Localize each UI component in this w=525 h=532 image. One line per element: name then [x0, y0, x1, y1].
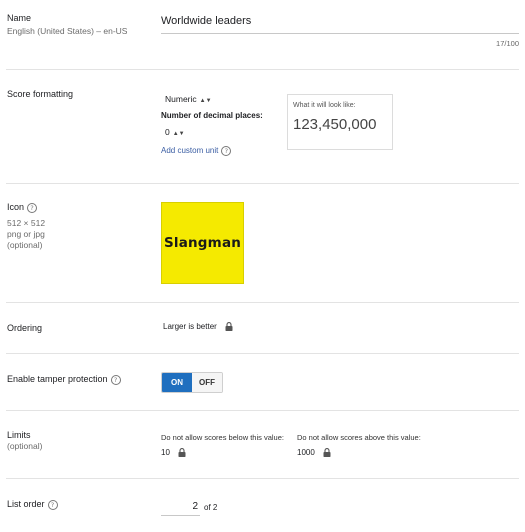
min-limit-value-group: 10 — [161, 448, 284, 458]
list-order-input[interactable] — [161, 501, 200, 516]
icon-optional: (optional) — [7, 239, 43, 250]
list-order-total: of 2 — [204, 503, 218, 512]
lock-icon — [323, 448, 331, 458]
ordering-value-group: Larger is better — [163, 322, 233, 332]
score-format-controls: Numeric ▲▼ Number of decimal places: 0 ▲▼ … — [161, 94, 263, 156]
list-order-label-group: List order? — [7, 499, 58, 510]
help-icon[interactable]: ? — [47, 499, 58, 510]
limits-row: Limits (optional) Do not allow scores be… — [6, 411, 519, 479]
max-limit-value-group: 1000 — [297, 448, 421, 458]
max-limit-value: 1000 — [297, 448, 315, 457]
name-label: Name — [7, 13, 32, 23]
format-select[interactable]: Numeric ▲▼ — [165, 94, 212, 104]
preview-value: 123,450,000 — [293, 116, 377, 133]
list-order-control: of 2 — [161, 501, 217, 516]
add-custom-unit-label: Add custom unit — [161, 146, 219, 156]
max-limit-block: Do not allow scores above this value: 10… — [297, 433, 421, 458]
ordering-row: Ordering Larger is better — [6, 303, 519, 354]
ordering-label-group: Ordering — [7, 323, 42, 333]
decimal-select-value: 0 — [165, 127, 170, 137]
help-icon[interactable]: ? — [27, 202, 38, 213]
max-limit-label: Do not allow scores above this value: — [297, 433, 421, 442]
lock-icon — [178, 448, 186, 458]
min-limit-value: 10 — [161, 448, 170, 457]
name-row: Name English (United States) – en-US 17/… — [6, 0, 519, 70]
name-char-count: 17/100 — [496, 39, 519, 48]
icon-label: Icon — [7, 202, 25, 212]
lock-icon — [225, 322, 233, 332]
icon-size: 512 × 512 — [7, 217, 46, 228]
limits-optional: (optional) — [7, 441, 43, 451]
list-order-row: List order? of 2 — [6, 479, 519, 519]
ordering-value: Larger is better — [163, 322, 217, 331]
name-input[interactable] — [161, 12, 519, 34]
icon-format: png or jpg — [7, 228, 45, 239]
leaderboard-icon-image[interactable]: Slangman — [161, 202, 244, 284]
decimal-places-select[interactable]: 0 ▲▼ — [165, 127, 185, 137]
preview-title: What it will look like: — [293, 102, 356, 109]
format-preview-box: What it will look like: 123,450,000 — [287, 94, 393, 150]
add-custom-unit-link[interactable]: Add custom unit? — [161, 146, 263, 156]
score-formatting-label-group: Score formatting — [7, 89, 73, 99]
tamper-label-line: Enable tamper protection? — [7, 374, 121, 385]
tamper-label: Enable tamper protection — [7, 374, 108, 384]
icon-label-group: Icon? 512 × 512 png or jpg (optional) — [7, 202, 45, 251]
list-order-label-line: List order? — [7, 499, 58, 510]
limits-label: Limits — [7, 430, 31, 440]
select-arrows-icon: ▲▼ — [172, 131, 185, 137]
ordering-label: Ordering — [7, 323, 43, 333]
min-limit-block: Do not allow scores below this value: 10 — [161, 433, 284, 458]
help-icon[interactable]: ? — [221, 146, 232, 156]
min-limit-label: Do not allow scores below this value: — [161, 433, 284, 442]
name-label-group: Name English (United States) – en-US — [7, 13, 127, 37]
name-field-wrap: 17/100 — [161, 12, 519, 48]
name-locale: English (United States) – en-US — [7, 26, 128, 36]
help-icon[interactable]: ? — [110, 374, 121, 385]
toggle-off-button[interactable]: OFF — [192, 373, 222, 392]
icon-image-text: Slangman — [163, 235, 242, 251]
icon-row: Icon? 512 × 512 png or jpg (optional) Sl… — [6, 184, 519, 303]
score-formatting-row: Score formatting Numeric ▲▼ Number of dec… — [6, 70, 519, 184]
tamper-toggle: ON OFF — [161, 372, 223, 393]
format-select-value: Numeric — [165, 94, 197, 104]
decimal-places-label: Number of decimal places: — [161, 111, 263, 120]
icon-label-line: Icon? — [7, 202, 45, 213]
toggle-on-button[interactable]: ON — [162, 373, 192, 392]
list-order-label: List order — [7, 499, 45, 509]
limits-label-group: Limits (optional) — [7, 430, 42, 452]
score-formatting-label: Score formatting — [7, 89, 74, 99]
tamper-label-group: Enable tamper protection? — [7, 374, 121, 385]
select-arrows-icon: ▲▼ — [199, 98, 212, 104]
tamper-protection-row: Enable tamper protection? ON OFF — [6, 354, 519, 411]
